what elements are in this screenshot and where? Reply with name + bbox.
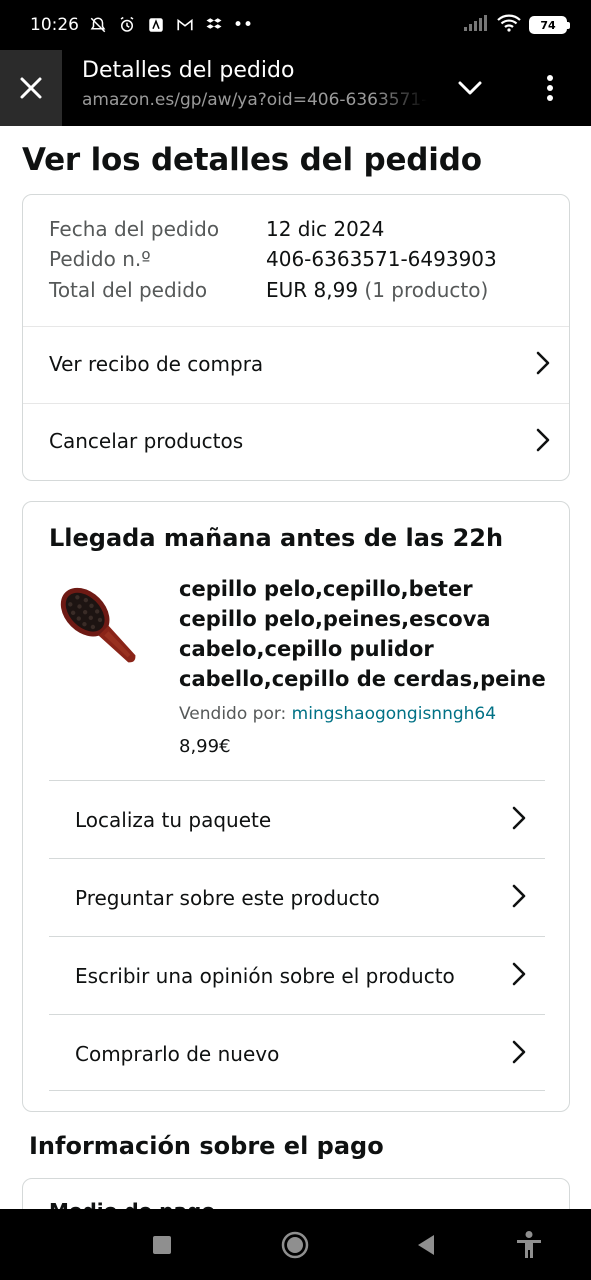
status-right: 74 [463,14,570,36]
payment-method-label: Medio de pago [49,1199,215,1209]
status-overflow: •• [233,15,254,35]
chevron-right-icon [536,428,550,452]
order-number-label: Pedido n.º [49,247,151,271]
chevron-right-icon [536,351,550,375]
more-vertical-icon [547,75,553,101]
payment-section-title: Información sobre el pago [29,1132,384,1160]
order-number-value: 406-6363571-6493903 [266,247,497,271]
ask-product-question-label: Preguntar sobre este producto [75,885,380,910]
wifi-icon [497,14,521,36]
product-title-link[interactable]: cepillo pelo,cepillo,beter cepillo pelo,… [179,574,549,694]
divider [49,1090,545,1091]
chevron-right-icon [512,1040,526,1064]
track-package-link[interactable]: Localiza tu paquete [49,780,545,858]
app-a-icon [146,15,166,35]
ask-product-question-link[interactable]: Preguntar sobre este producto [49,858,545,936]
back-triangle-icon [418,1235,434,1255]
accessibility-icon [517,1231,541,1258]
cancel-products-label: Cancelar productos [49,429,244,453]
order-total: EUR 8,99 (1 producto) [266,278,488,302]
seller-info: Vendido por: mingshaogongisnngh64 [179,704,496,724]
signal-icon [463,14,489,36]
gmail-icon [175,15,195,35]
write-review-label: Escribir una opinión sobre el producto [75,963,455,988]
home-circle-icon [281,1231,309,1259]
product-price: 8,99€ [179,736,231,757]
more-options-button[interactable] [530,68,570,108]
minimize-button[interactable] [450,68,490,108]
order-date-label: Fecha del pedido [49,217,220,241]
close-button[interactable] [0,50,62,126]
order-total-count: (1 producto) [364,278,489,302]
view-receipt-label: Ver recibo de compra [49,352,264,376]
write-review-link[interactable]: Escribir una opinión sobre el producto [49,936,545,1014]
hair-brush-image [60,587,136,663]
accessibility-button[interactable] [511,1227,547,1263]
toolbar-title: Detalles del pedido [82,58,295,83]
battery-icon: 74 [529,16,570,34]
buy-again-label: Comprarlo de nuevo [75,1041,280,1066]
square-icon [153,1236,171,1254]
chevron-right-icon [512,884,526,908]
page-content: Ver los detalles del pedido Fecha del pe… [0,126,591,1209]
battery-level: 74 [540,18,556,32]
order-date-value: 12 dic 2024 [266,217,385,241]
shipment-card: Llegada mañana antes de las 22h cepillo … [22,501,570,1112]
status-time: 10:26 [30,15,79,35]
order-summary-card: Fecha del pedido 12 dic 2024 Pedido n.º … [22,194,570,481]
status-bar: 10:26 •• 74 [0,0,591,50]
alarm-icon [117,15,137,35]
recents-button[interactable] [144,1227,180,1263]
home-button[interactable] [277,1227,313,1263]
status-left: 10:26 •• [30,15,253,35]
seller-link[interactable]: mingshaogongisnngh64 [292,704,496,724]
bell-off-icon [88,15,108,35]
view-receipt-link[interactable]: Ver recibo de compra [23,326,569,402]
payment-card: Medio de pago [22,1178,570,1209]
toolbar-url[interactable]: amazon.es/gp/aw/ya?oid=406-6363571-64939… [82,90,427,110]
product-image[interactable] [45,572,155,682]
chevron-right-icon [512,962,526,986]
back-button[interactable] [408,1227,444,1263]
chevron-right-icon [512,806,526,830]
dropbox-icon [204,15,224,35]
track-package-label: Localiza tu paquete [75,807,272,832]
browser-toolbar: Detalles del pedido amazon.es/gp/aw/ya?o… [0,50,591,126]
order-total-label: Total del pedido [49,278,208,302]
page-title: Ver los detalles del pedido [22,142,482,178]
buy-again-link[interactable]: Comprarlo de nuevo [49,1014,545,1092]
close-icon [20,77,42,99]
order-total-value: EUR 8,99 [266,278,359,302]
seller-label: Vendido por: [179,704,287,724]
cancel-products-link[interactable]: Cancelar productos [23,403,569,479]
chevron-down-icon [458,81,482,95]
delivery-status: Llegada mañana antes de las 22h [49,524,504,552]
system-navigation-bar [0,1209,591,1280]
